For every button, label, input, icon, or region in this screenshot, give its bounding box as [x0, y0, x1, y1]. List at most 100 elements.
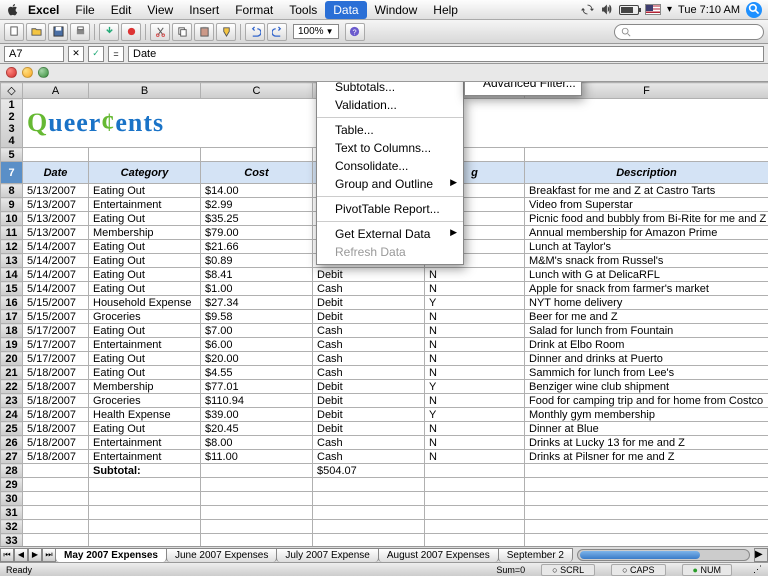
cell[interactable]: $39.00 — [201, 408, 313, 422]
cell[interactable]: $9.58 — [201, 310, 313, 324]
cell[interactable]: $0.89 — [201, 254, 313, 268]
cell[interactable]: 5/14/2007 — [23, 268, 89, 282]
cell[interactable]: Eating Out — [89, 366, 201, 380]
cell[interactable]: Monthly gym membership — [525, 408, 768, 422]
cell[interactable]: Cash — [313, 352, 425, 366]
cell[interactable]: Groceries — [89, 310, 201, 324]
cell[interactable]: Membership — [89, 380, 201, 394]
menu-advanced-filter[interactable]: Advanced Filter... — [465, 82, 581, 92]
cell[interactable]: 5/18/2007 — [23, 422, 89, 436]
cell[interactable]: Beer for me and Z — [525, 310, 768, 324]
cell[interactable]: $1.00 — [201, 282, 313, 296]
cell[interactable]: 5/18/2007 — [23, 450, 89, 464]
cell[interactable]: N — [425, 338, 525, 352]
cell[interactable]: $8.00 — [201, 436, 313, 450]
cell[interactable]: N — [425, 422, 525, 436]
window-zoom-button[interactable] — [38, 67, 49, 78]
cell[interactable]: Eating Out — [89, 212, 201, 226]
cell[interactable]: Debit — [313, 310, 425, 324]
cell[interactable]: N — [425, 352, 525, 366]
cell[interactable]: N — [425, 268, 525, 282]
cell[interactable]: $14.00 — [201, 184, 313, 198]
clock[interactable]: Tue 7:10 AM — [678, 4, 740, 16]
menu-format[interactable]: Format — [227, 1, 281, 19]
cell[interactable]: 5/15/2007 — [23, 296, 89, 310]
cell[interactable]: Debit — [313, 422, 425, 436]
cell[interactable]: 5/17/2007 — [23, 324, 89, 338]
tab-nav-prev[interactable]: ◀ — [14, 548, 28, 562]
row-header[interactable]: 29 — [1, 478, 23, 492]
row-header[interactable]: 32 — [1, 520, 23, 534]
menu-group-outline[interactable]: Group and Outline — [317, 175, 463, 193]
zoom-selector[interactable]: 100%▼ — [293, 24, 339, 39]
cell[interactable]: Y — [425, 296, 525, 310]
cell[interactable]: Sammich for lunch from Lee's — [525, 366, 768, 380]
header-date[interactable]: Date — [23, 162, 89, 184]
cell[interactable]: Drinks at Lucky 13 for me and Z — [525, 436, 768, 450]
row-header[interactable]: 20 — [1, 352, 23, 366]
window-minimize-button[interactable] — [22, 67, 33, 78]
menu-view[interactable]: View — [139, 1, 181, 19]
row-header[interactable]: 33 — [1, 534, 23, 547]
cell[interactable]: Drinks at Pilsner for me and Z — [525, 450, 768, 464]
menu-consolidate[interactable]: Consolidate... — [317, 157, 463, 175]
tab-nav-last[interactable]: ⏭ — [42, 548, 56, 562]
row-header[interactable]: 17 — [1, 310, 23, 324]
menu-table[interactable]: Table... — [317, 121, 463, 139]
menu-edit[interactable]: Edit — [103, 1, 140, 19]
cell[interactable]: 5/13/2007 — [23, 212, 89, 226]
cell[interactable]: Eating Out — [89, 268, 201, 282]
row-header[interactable]: 22 — [1, 380, 23, 394]
cell[interactable]: 5/18/2007 — [23, 408, 89, 422]
menu-excel[interactable]: Excel — [20, 1, 67, 19]
cell[interactable]: Debit — [313, 408, 425, 422]
cell[interactable]: Membership — [89, 226, 201, 240]
cell[interactable]: Entertainment — [89, 198, 201, 212]
format-painter-button[interactable] — [216, 23, 236, 41]
cell[interactable]: Annual membership for Amazon Prime — [525, 226, 768, 240]
cell[interactable]: Debit — [313, 296, 425, 310]
cell[interactable]: 5/13/2007 — [23, 184, 89, 198]
cell[interactable]: Eating Out — [89, 422, 201, 436]
menu-subtotals[interactable]: Subtotals... — [317, 82, 463, 96]
cell[interactable]: Cash — [313, 366, 425, 380]
cell[interactable]: 5/18/2007 — [23, 394, 89, 408]
menu-file[interactable]: File — [67, 1, 102, 19]
cancel-fx-button[interactable]: ✕ — [68, 46, 84, 62]
cell[interactable]: N — [425, 324, 525, 338]
cell[interactable]: Household Expense — [89, 296, 201, 310]
row-header[interactable]: 16 — [1, 296, 23, 310]
cell[interactable]: N — [425, 394, 525, 408]
menu-window[interactable]: Window — [367, 1, 426, 19]
cell[interactable]: $35.25 — [201, 212, 313, 226]
export-button[interactable] — [121, 23, 141, 41]
cell[interactable]: $11.00 — [201, 450, 313, 464]
cell[interactable]: $20.00 — [201, 352, 313, 366]
menu-help[interactable]: Help — [425, 1, 466, 19]
cell[interactable]: Eating Out — [89, 254, 201, 268]
cell[interactable]: Lunch with G at DelicaRFL — [525, 268, 768, 282]
row-header[interactable]: 14 — [1, 268, 23, 282]
row-header[interactable]: 1234 — [1, 99, 23, 148]
cell[interactable]: Food for camping trip and for home from … — [525, 394, 768, 408]
row-header[interactable]: 13 — [1, 254, 23, 268]
cell[interactable]: $7.00 — [201, 324, 313, 338]
resize-grip-icon[interactable]: ⋰ — [748, 564, 762, 575]
cell[interactable]: Picnic food and bubbly from Bi-Rite for … — [525, 212, 768, 226]
cell[interactable]: NYT home delivery — [525, 296, 768, 310]
cell[interactable]: N — [425, 366, 525, 380]
cell[interactable]: Benziger wine club shipment — [525, 380, 768, 394]
row-header[interactable]: 10 — [1, 212, 23, 226]
cell[interactable]: N — [425, 436, 525, 450]
cell[interactable]: Salad for lunch from Fountain — [525, 324, 768, 338]
cell[interactable]: Drink at Elbo Room — [525, 338, 768, 352]
cell[interactable]: 5/18/2007 — [23, 366, 89, 380]
cell-reference-box[interactable]: A7 — [4, 46, 64, 62]
menu-tools[interactable]: Tools — [281, 1, 325, 19]
cell[interactable]: Entertainment — [89, 436, 201, 450]
row-header[interactable]: 31 — [1, 506, 23, 520]
cut-button[interactable] — [150, 23, 170, 41]
horizontal-scrollbar[interactable] — [577, 549, 750, 561]
cell[interactable]: Video from Superstar — [525, 198, 768, 212]
cell[interactable]: Health Expense — [89, 408, 201, 422]
